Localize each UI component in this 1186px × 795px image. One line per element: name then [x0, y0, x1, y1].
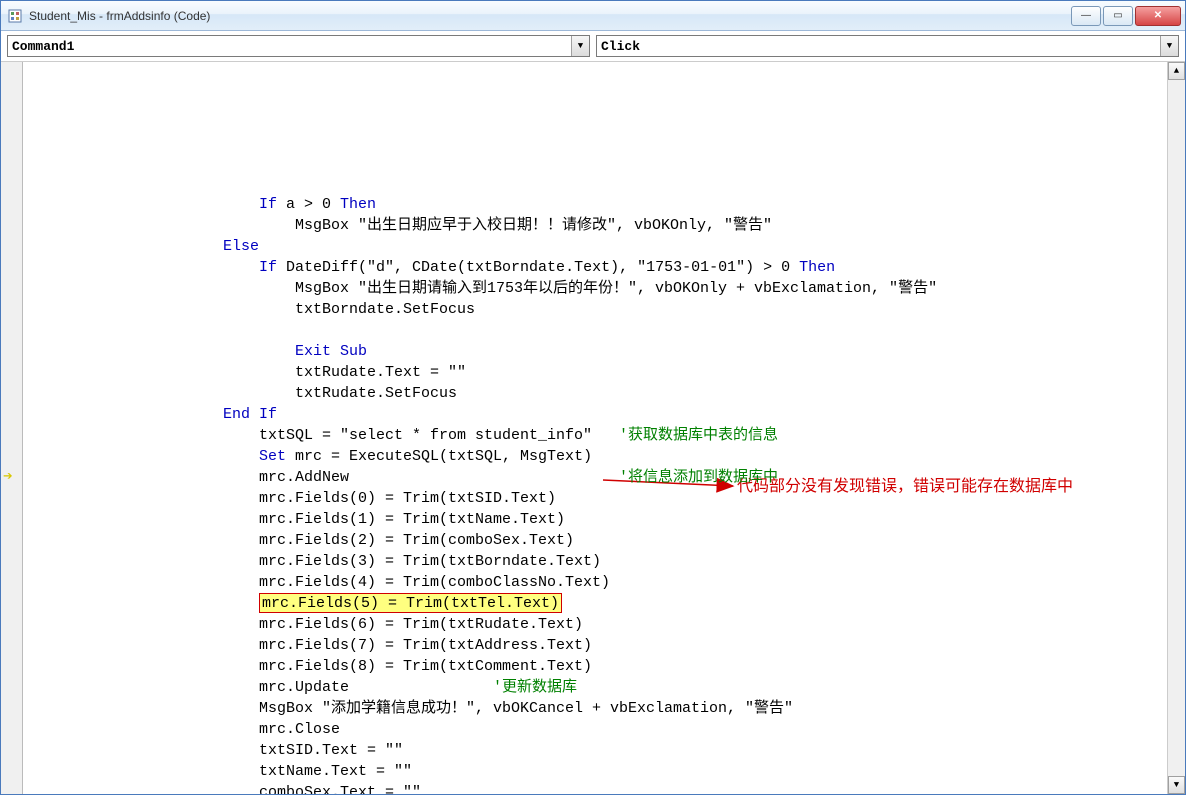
code-line[interactable]: txtSQL = "select * from student_info"'获取… [43, 425, 1167, 446]
code-pane[interactable]: 代码部分没有发现错误，错误可能存在数据库中 If a > 0 ThenMsgBo… [43, 62, 1167, 794]
object-dropdown-value: Command1 [12, 39, 74, 54]
code-line[interactable]: txtName.Text = "" [43, 761, 1167, 782]
code-line[interactable]: If DateDiff("d", CDate(txtBorndate.Text)… [43, 257, 1167, 278]
code-line[interactable]: mrc.Fields(6) = Trim(txtRudate.Text) [43, 614, 1167, 635]
code-line[interactable]: Exit Sub [43, 341, 1167, 362]
code-line[interactable]: mrc.Fields(3) = Trim(txtBorndate.Text) [43, 551, 1167, 572]
code-line[interactable]: Set mrc = ExecuteSQL(txtSQL, MsgText) [43, 446, 1167, 467]
app-icon [7, 8, 23, 24]
code-line[interactable]: mrc.Fields(1) = Trim(txtName.Text) [43, 509, 1167, 530]
vertical-scrollbar[interactable]: ▲ ▼ [1167, 62, 1185, 794]
code-line[interactable]: MsgBox "出生日期应早于入校日期！！请修改", vbOKOnly, "警告… [43, 215, 1167, 236]
code-line[interactable]: mrc.Update'更新数据库 [43, 677, 1167, 698]
minimize-icon: — [1081, 10, 1091, 21]
minimize-button[interactable]: — [1071, 6, 1101, 26]
code-line[interactable]: txtBorndate.SetFocus [43, 299, 1167, 320]
chevron-down-icon: ▼ [571, 36, 589, 56]
down-arrow-icon: ▼ [1174, 780, 1179, 790]
maximize-icon: ▭ [1113, 10, 1122, 21]
code-line[interactable]: mrc.Fields(4) = Trim(comboClassNo.Text) [43, 572, 1167, 593]
code-line[interactable]: If a > 0 Then [43, 194, 1167, 215]
code-line[interactable]: mrc.Fields(7) = Trim(txtAddress.Text) [43, 635, 1167, 656]
scroll-up-button[interactable]: ▲ [1168, 62, 1185, 80]
code-comment: '获取数据库中表的信息 [619, 425, 778, 446]
titlebar[interactable]: Student_Mis - frmAddsinfo (Code) — ▭ ✕ [1, 1, 1185, 31]
close-button[interactable]: ✕ [1135, 6, 1181, 26]
code-line[interactable]: End If [43, 404, 1167, 425]
maximize-button[interactable]: ▭ [1103, 6, 1133, 26]
code-line[interactable]: mrc.Fields(8) = Trim(txtComment.Text) [43, 656, 1167, 677]
close-icon: ✕ [1154, 10, 1162, 21]
gutter[interactable]: ➔ [1, 62, 23, 794]
dropdown-row: Command1 ▼ Click ▼ [1, 31, 1185, 62]
code-line[interactable]: txtRudate.SetFocus [43, 383, 1167, 404]
code-line[interactable]: mrc.Fields(2) = Trim(comboSex.Text) [43, 530, 1167, 551]
code-line[interactable]: Else [43, 236, 1167, 257]
chevron-down-icon: ▼ [1160, 36, 1178, 56]
code-line[interactable]: MsgBox "添加学籍信息成功！", vbOKCancel + vbExcla… [43, 698, 1167, 719]
code-line[interactable]: mrc.Close [43, 719, 1167, 740]
procedure-dropdown[interactable]: Click ▼ [596, 35, 1179, 57]
code-area: ➔ 代码部分没有发现错误，错误可能存在数据库中 If a > 0 ThenMsg… [1, 62, 1185, 794]
code-comment: '将信息添加到数据库中 [619, 467, 778, 488]
code-window: Student_Mis - frmAddsinfo (Code) — ▭ ✕ C… [0, 0, 1186, 795]
execution-arrow-icon: ➔ [3, 467, 13, 488]
procedure-dropdown-value: Click [601, 39, 640, 54]
code-comment: '更新数据库 [493, 677, 577, 698]
left-rule [23, 62, 43, 794]
window-title: Student_Mis - frmAddsinfo (Code) [29, 9, 210, 23]
code-line[interactable]: txtRudate.Text = "" [43, 362, 1167, 383]
code-line[interactable]: MsgBox "出生日期请输入到1753年以后的年份！", vbOKOnly +… [43, 278, 1167, 299]
code-line[interactable]: txtSID.Text = "" [43, 740, 1167, 761]
code-line[interactable]: comboSex.Text = "" [43, 782, 1167, 794]
scroll-down-button[interactable]: ▼ [1168, 776, 1185, 794]
up-arrow-icon: ▲ [1174, 66, 1179, 76]
window-buttons: — ▭ ✕ [1071, 6, 1181, 26]
highlighted-line: mrc.Fields(5) = Trim(txtTel.Text) [259, 593, 562, 613]
code-line[interactable] [43, 320, 1167, 341]
object-dropdown[interactable]: Command1 ▼ [7, 35, 590, 57]
code-line[interactable]: mrc.AddNew'将信息添加到数据库中 [43, 467, 1167, 488]
code-line[interactable]: mrc.Fields(5) = Trim(txtTel.Text) [43, 593, 1167, 614]
